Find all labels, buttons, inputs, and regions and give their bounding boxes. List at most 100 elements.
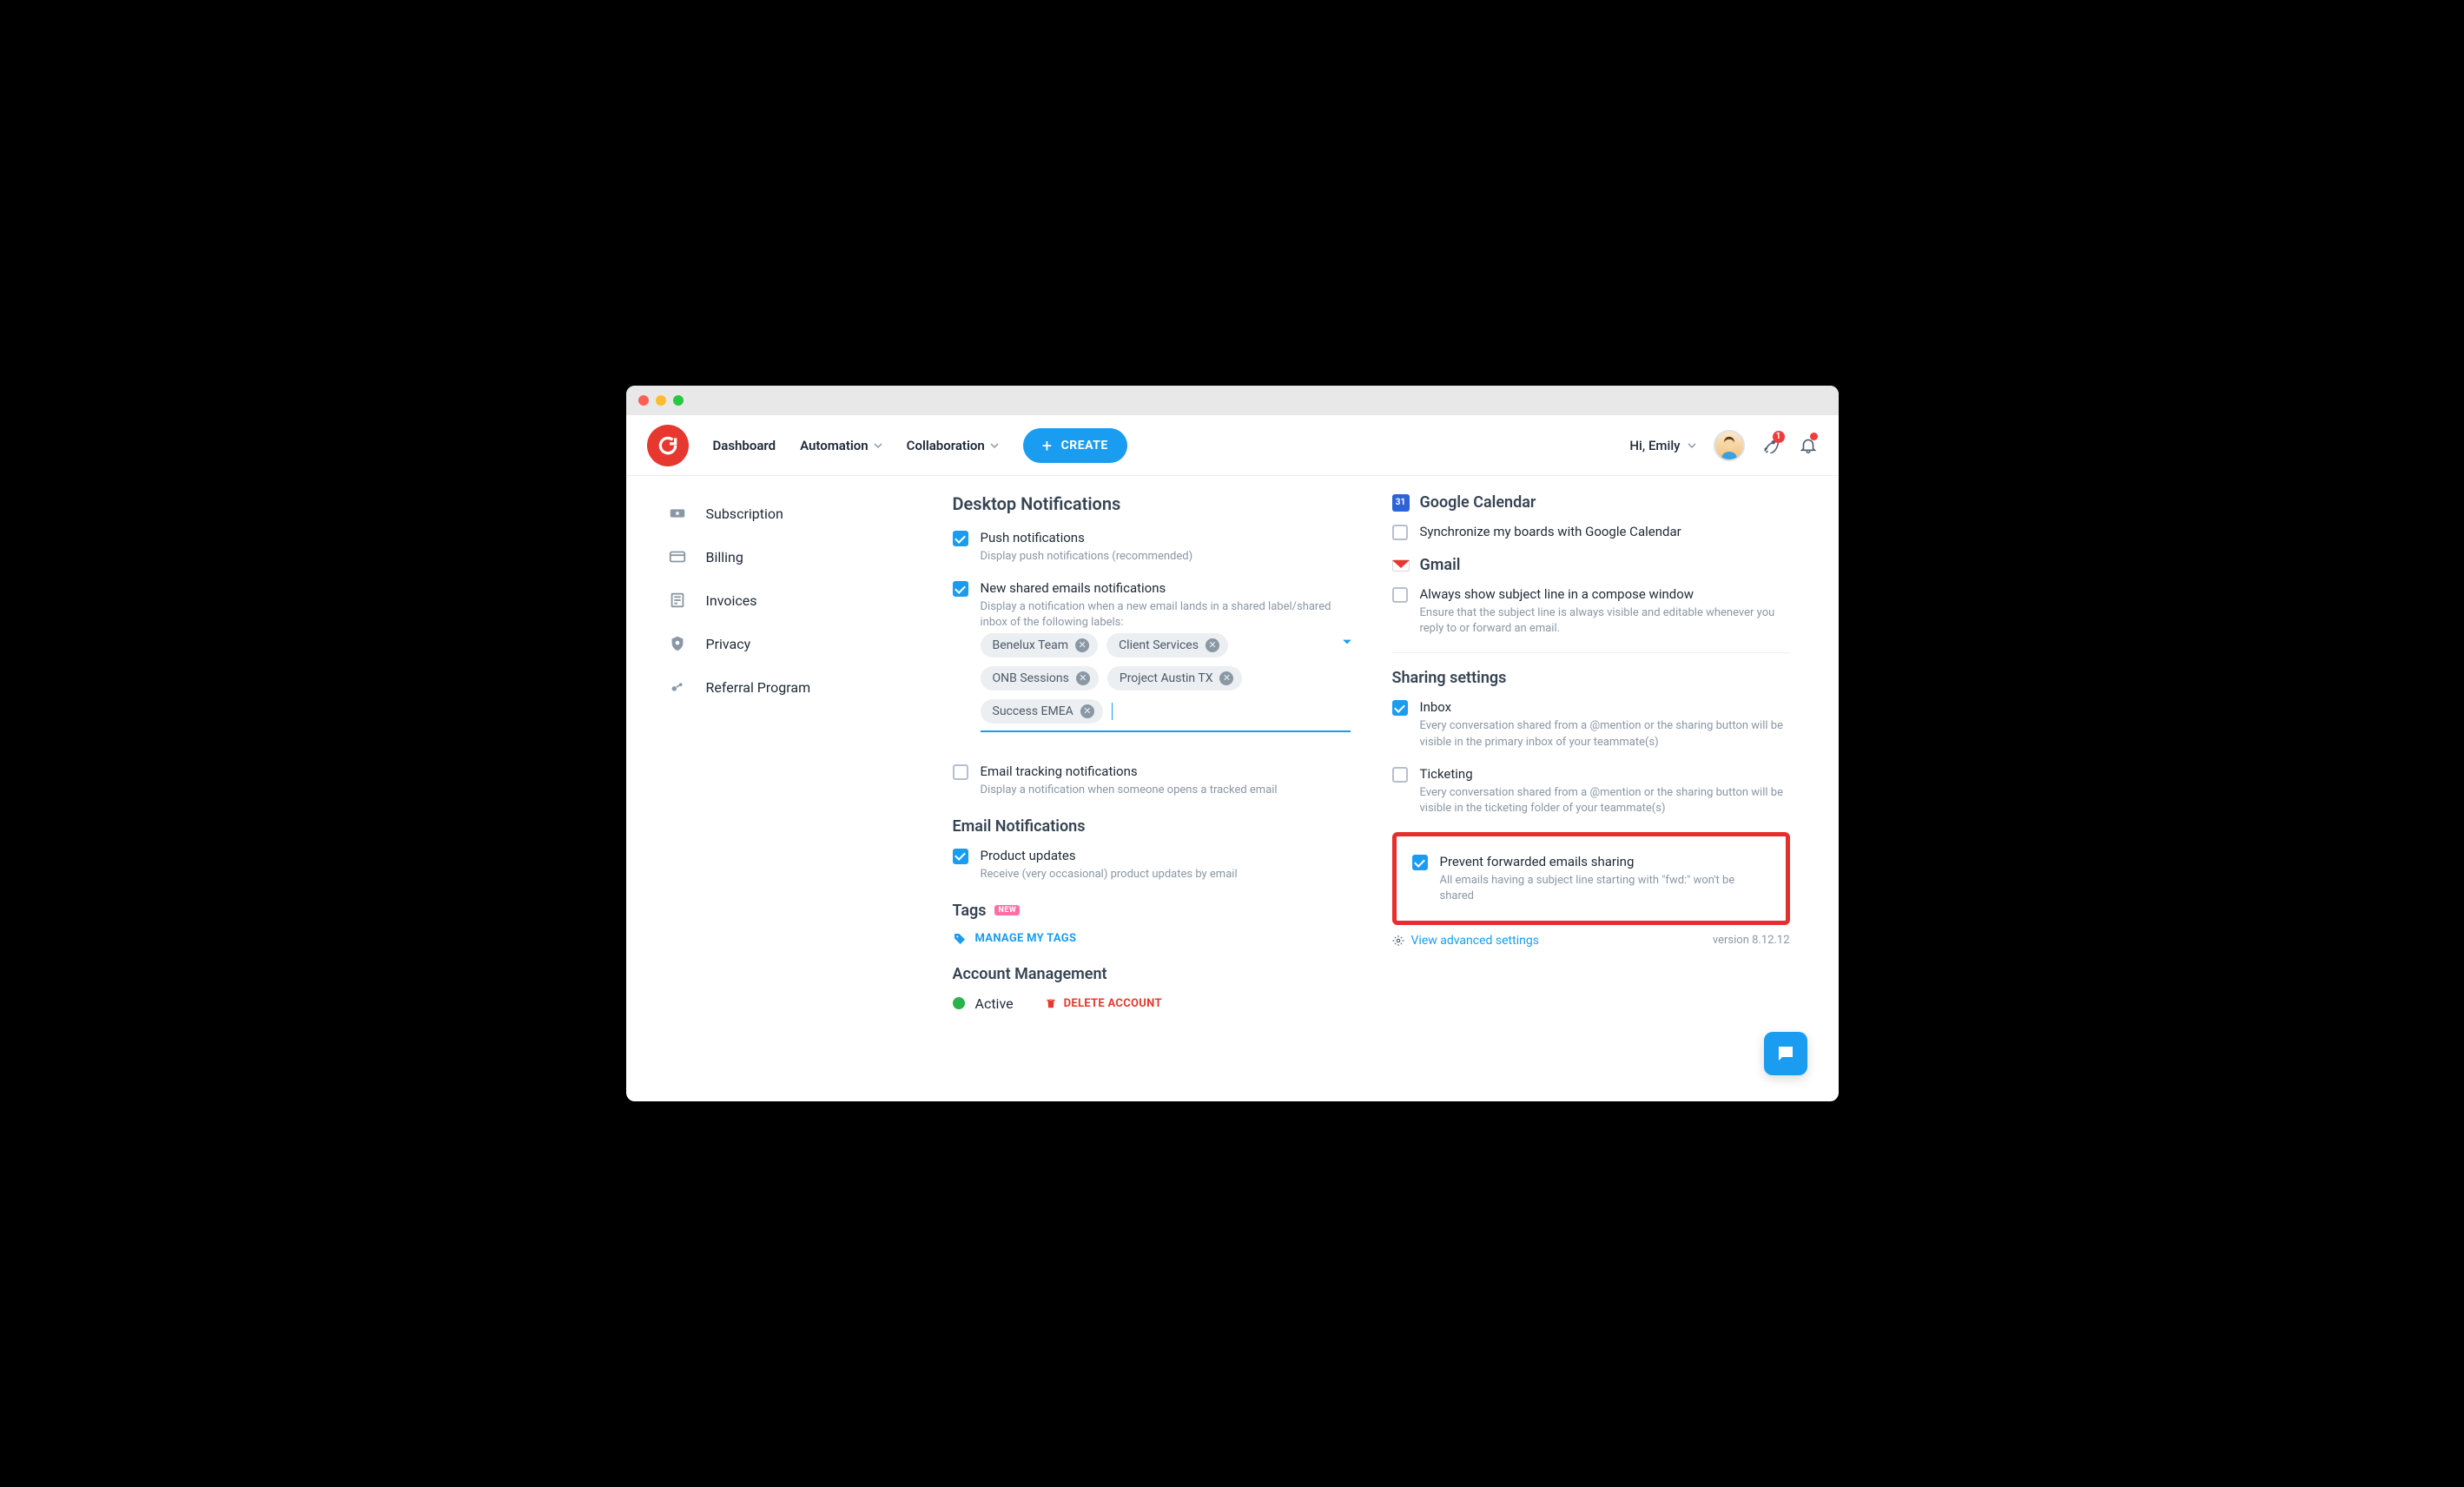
gear-icon xyxy=(1392,935,1404,947)
sidebar-item-invoices[interactable]: Invoices xyxy=(661,578,930,622)
window-close-icon[interactable] xyxy=(638,395,649,406)
setting-prevent-fwd: Prevent forwarded emails sharing All ema… xyxy=(1412,854,1770,904)
sidebar-item-referral[interactable]: Referral Program xyxy=(661,665,930,709)
chip: Client Services✕ xyxy=(1106,633,1228,658)
setting-label: Inbox xyxy=(1420,699,1790,715)
checkbox-email-tracking[interactable] xyxy=(953,764,968,780)
checkbox-product-updates[interactable] xyxy=(953,849,968,864)
chip-label: Benelux Team xyxy=(993,638,1069,652)
nav-dashboard[interactable]: Dashboard xyxy=(713,438,776,453)
highlighted-setting: Prevent forwarded emails sharing All ema… xyxy=(1392,832,1790,924)
sidebar-item-label: Billing xyxy=(706,549,743,565)
checkbox-gcal-sync[interactable] xyxy=(1392,525,1408,540)
sidebar-item-billing[interactable]: Billing xyxy=(661,535,930,578)
email-notifications-heading: Email Notifications xyxy=(953,817,1351,836)
nav-automation[interactable]: Automation xyxy=(800,438,882,453)
notifications-button[interactable] xyxy=(1799,434,1818,457)
create-button[interactable]: + CREATE xyxy=(1023,428,1127,463)
chip-label: Project Austin TX xyxy=(1120,671,1213,685)
setting-hint: Display a notification when a new email … xyxy=(981,599,1351,631)
delete-account-button[interactable]: DELETE ACCOUNT xyxy=(1045,997,1162,1010)
checkbox-push-notifications[interactable] xyxy=(953,531,968,546)
google-calendar-label: Google Calendar xyxy=(1420,493,1536,512)
view-advanced-link[interactable]: View advanced settings xyxy=(1392,934,1539,948)
checkbox-prevent-fwd[interactable] xyxy=(1412,855,1428,870)
text-cursor xyxy=(1112,703,1113,720)
nav-collaboration[interactable]: Collaboration xyxy=(907,438,999,453)
setting-push-notifications: Push notifications Display push notifica… xyxy=(953,530,1351,565)
sidebar-item-privacy[interactable]: Privacy xyxy=(661,622,930,665)
sidebar-item-label: Invoices xyxy=(706,592,757,609)
nav-automation-label: Automation xyxy=(800,438,869,453)
manage-tags-link[interactable]: MANAGE MY TAGS xyxy=(953,932,1351,946)
chip-remove-icon[interactable]: ✕ xyxy=(1206,638,1219,652)
setting-gcal-sync: Synchronize my boards with Google Calend… xyxy=(1392,524,1790,540)
advanced-row: View advanced settings version 8.12.12 xyxy=(1392,934,1790,948)
avatar[interactable] xyxy=(1714,430,1745,461)
checkbox-gmail-subject[interactable] xyxy=(1392,587,1408,603)
setting-label: Synchronize my boards with Google Calend… xyxy=(1420,524,1681,539)
receipt-icon xyxy=(668,591,687,610)
new-badge: NEW xyxy=(994,905,1020,915)
setting-hint: Every conversation shared from a @mentio… xyxy=(1420,718,1790,750)
account-management-heading: Account Management xyxy=(953,965,1351,983)
nav-dashboard-label: Dashboard xyxy=(713,438,776,453)
window-minimize-icon[interactable] xyxy=(656,395,666,406)
calendar-icon: 31 xyxy=(1392,494,1410,512)
setting-gmail-subject: Always show subject line in a compose wi… xyxy=(1392,586,1790,637)
rocket-button[interactable]: 1 xyxy=(1762,434,1781,457)
chevron-down-icon xyxy=(1688,441,1696,450)
chevron-down-icon xyxy=(990,441,999,450)
tags-heading: Tags NEW xyxy=(953,902,1351,920)
sidebar-item-subscription[interactable]: Subscription xyxy=(661,492,930,535)
right-column: 31 Google Calendar Synchronize my boards… xyxy=(1392,493,1839,1070)
checkbox-shared-emails[interactable] xyxy=(953,581,968,597)
setting-hint: Display push notifications (recommended) xyxy=(981,549,1193,565)
window-titlebar xyxy=(626,386,1839,415)
setting-label: Product updates xyxy=(981,848,1238,863)
label-chips-input[interactable]: Benelux Team ✕ Client Services✕ ONB Sessi… xyxy=(981,633,1351,732)
chevron-down-icon xyxy=(874,441,882,450)
create-button-label: CREATE xyxy=(1061,439,1108,453)
chip: Success EMEA✕ xyxy=(981,699,1103,724)
setting-hint: Receive (very occasional) product update… xyxy=(981,867,1238,882)
user-greeting[interactable]: Hi, Emily xyxy=(1629,438,1695,453)
chip-remove-icon[interactable]: ✕ xyxy=(1076,671,1090,685)
settings-sidebar: Subscription Billing Invoices Privacy Re… xyxy=(626,476,939,1101)
setting-inbox-sharing: Inbox Every conversation shared from a @… xyxy=(1392,699,1790,750)
checkbox-inbox-sharing[interactable] xyxy=(1392,700,1408,716)
app-window: Dashboard Automation Collaboration + CRE… xyxy=(624,384,1840,1103)
setting-label: Push notifications xyxy=(981,530,1193,545)
chip-remove-icon[interactable]: ✕ xyxy=(1219,671,1233,685)
checkbox-ticketing-sharing[interactable] xyxy=(1392,767,1408,783)
sidebar-item-label: Referral Program xyxy=(706,679,811,696)
page-body: Subscription Billing Invoices Privacy Re… xyxy=(626,476,1839,1101)
setting-label: Always show subject line in a compose wi… xyxy=(1420,586,1790,602)
status-dot-icon xyxy=(953,997,965,1009)
setting-label: Ticketing xyxy=(1420,766,1790,782)
google-calendar-heading: 31 Google Calendar xyxy=(1392,493,1790,512)
chip-remove-icon[interactable]: ✕ xyxy=(1080,704,1094,718)
window-zoom-icon[interactable] xyxy=(673,395,684,406)
dropdown-caret-icon[interactable] xyxy=(1342,637,1352,647)
setting-hint: Ensure that the subject line is always v… xyxy=(1420,605,1790,637)
setting-label: Email tracking notifications xyxy=(981,763,1278,779)
chip-remove-icon[interactable]: ✕ xyxy=(1075,638,1089,652)
sidebar-item-label: Subscription xyxy=(706,506,783,522)
chat-fab[interactable] xyxy=(1764,1032,1807,1075)
version-label: version 8.12.12 xyxy=(1713,934,1790,947)
chip: ONB Sessions✕ xyxy=(981,666,1099,691)
view-advanced-label: View advanced settings xyxy=(1411,934,1539,948)
notifications-badge xyxy=(1810,433,1818,440)
setting-hint: Every conversation shared from a @mentio… xyxy=(1420,785,1790,816)
setting-label: Prevent forwarded emails sharing xyxy=(1440,854,1770,869)
gmail-heading: Gmail xyxy=(1392,556,1790,574)
card-icon xyxy=(668,547,687,566)
topbar-right: Hi, Emily 1 xyxy=(1629,430,1817,461)
greeting-text: Hi, Emily xyxy=(1629,438,1680,453)
top-navbar: Dashboard Automation Collaboration + CRE… xyxy=(626,415,1839,476)
ticket-icon xyxy=(668,504,687,523)
sharing-settings-heading: Sharing settings xyxy=(1392,669,1790,687)
app-logo-icon[interactable] xyxy=(647,425,689,466)
manage-tags-label: MANAGE MY TAGS xyxy=(975,932,1077,945)
